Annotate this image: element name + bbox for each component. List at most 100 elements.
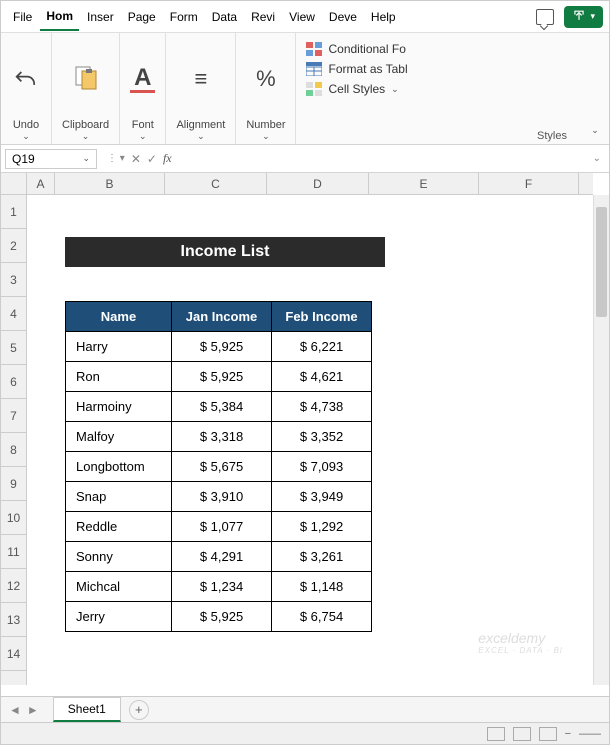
cell-feb[interactable]: $ 6,754 <box>272 602 372 632</box>
cell-feb[interactable]: $ 7,093 <box>272 452 372 482</box>
column-headers[interactable]: ABCDEF <box>27 173 593 195</box>
cell-feb[interactable]: $ 1,292 <box>272 512 372 542</box>
menu-tab-revi[interactable]: Revi <box>245 4 281 30</box>
column-header[interactable]: E <box>369 173 479 194</box>
share-button[interactable]: ▾ <box>564 6 603 28</box>
row-header[interactable]: 4 <box>1 297 26 331</box>
ribbon-group-undo[interactable]: Undo ⌄ <box>1 33 52 144</box>
cell-name[interactable]: Harry <box>66 332 172 362</box>
table-row[interactable]: Ron$ 5,925$ 4,621 <box>66 362 372 392</box>
menu-tab-view[interactable]: View <box>283 4 321 30</box>
cell-name[interactable]: Sonny <box>66 542 172 572</box>
row-header[interactable]: 12 <box>1 569 26 603</box>
cancel-formula-icon[interactable]: ✕ <box>131 152 141 166</box>
cell-name[interactable]: Snap <box>66 482 172 512</box>
cell-feb[interactable]: $ 3,352 <box>272 422 372 452</box>
table-row[interactable]: Snap$ 3,910$ 3,949 <box>66 482 372 512</box>
cell-jan[interactable]: $ 5,675 <box>172 452 272 482</box>
table-row[interactable]: Reddle$ 1,077$ 1,292 <box>66 512 372 542</box>
cell-name[interactable]: Malfoy <box>66 422 172 452</box>
table-header[interactable]: Jan Income <box>172 302 272 332</box>
sheet-tab[interactable]: Sheet1 <box>53 697 121 722</box>
cell-jan[interactable]: $ 5,384 <box>172 392 272 422</box>
table-header[interactable]: Name <box>66 302 172 332</box>
row-header[interactable]: 6 <box>1 365 26 399</box>
cell-jan[interactable]: $ 3,318 <box>172 422 272 452</box>
column-header[interactable]: A <box>27 173 55 194</box>
column-header[interactable]: D <box>267 173 369 194</box>
row-header[interactable]: 11 <box>1 535 26 569</box>
cell-jan[interactable]: $ 5,925 <box>172 332 272 362</box>
row-header[interactable]: 1 <box>1 195 26 229</box>
fx-icon[interactable]: fx <box>163 151 172 166</box>
cell-feb[interactable]: $ 3,261 <box>272 542 372 572</box>
select-all-corner[interactable] <box>1 173 27 195</box>
row-headers[interactable]: 1234567891011121314 <box>1 195 27 685</box>
cell-jan[interactable]: $ 4,291 <box>172 542 272 572</box>
row-header[interactable]: 8 <box>1 433 26 467</box>
table-row[interactable]: Harmoiny$ 5,384$ 4,738 <box>66 392 372 422</box>
page-break-view-icon[interactable] <box>539 727 557 741</box>
prev-sheet-icon[interactable]: ◄ <box>9 703 21 717</box>
table-row[interactable]: Malfoy$ 3,318$ 3,352 <box>66 422 372 452</box>
cell-name[interactable]: Jerry <box>66 602 172 632</box>
cell-name[interactable]: Michcal <box>66 572 172 602</box>
row-header[interactable]: 3 <box>1 263 26 297</box>
cell-jan[interactable]: $ 1,077 <box>172 512 272 542</box>
row-header[interactable]: 14 <box>1 637 26 671</box>
menu-tab-inser[interactable]: Inser <box>81 4 120 30</box>
menu-tab-data[interactable]: Data <box>206 4 243 30</box>
next-sheet-icon[interactable]: ► <box>27 703 39 717</box>
formula-input[interactable] <box>178 150 585 168</box>
column-header[interactable]: C <box>165 173 267 194</box>
cell-name[interactable]: Reddle <box>66 512 172 542</box>
cell-jan[interactable]: $ 1,234 <box>172 572 272 602</box>
ribbon-group-clipboard[interactable]: Clipboard ⌄ <box>52 33 120 144</box>
ribbon-group-number[interactable]: % Number ⌄ <box>236 33 296 144</box>
table-row[interactable]: Sonny$ 4,291$ 3,261 <box>66 542 372 572</box>
table-row[interactable]: Jerry$ 5,925$ 6,754 <box>66 602 372 632</box>
data-table[interactable]: NameJan IncomeFeb Income Harry$ 5,925$ 6… <box>65 301 372 632</box>
menu-tab-page[interactable]: Page <box>122 4 162 30</box>
add-sheet-button[interactable]: + <box>129 700 149 720</box>
spreadsheet-grid[interactable]: ABCDEF 1234567891011121314 Income List N… <box>1 173 609 685</box>
cell-feb[interactable]: $ 1,148 <box>272 572 372 602</box>
normal-view-icon[interactable] <box>487 727 505 741</box>
cell-feb[interactable]: $ 6,221 <box>272 332 372 362</box>
dropdown-icon[interactable]: ⋮ ▾ <box>107 153 125 164</box>
ribbon-group-alignment[interactable]: ≡ Alignment ⌄ <box>166 33 236 144</box>
cell-feb[interactable]: $ 4,621 <box>272 362 372 392</box>
cell-feb[interactable]: $ 4,738 <box>272 392 372 422</box>
conditional-formatting-button[interactable]: Conditional Fo <box>304 39 573 59</box>
menu-tab-deve[interactable]: Deve <box>323 4 363 30</box>
row-header[interactable]: 5 <box>1 331 26 365</box>
cell-jan[interactable]: $ 5,925 <box>172 602 272 632</box>
menu-tab-form[interactable]: Form <box>164 4 204 30</box>
column-header[interactable]: B <box>55 173 165 194</box>
cell-name[interactable]: Longbottom <box>66 452 172 482</box>
table-row[interactable]: Longbottom$ 5,675$ 7,093 <box>66 452 372 482</box>
menu-tab-help[interactable]: Help <box>365 4 402 30</box>
name-box[interactable]: Q19 ⌄ <box>5 149 97 169</box>
row-header[interactable]: 7 <box>1 399 26 433</box>
cell-feb[interactable]: $ 3,949 <box>272 482 372 512</box>
format-as-table-button[interactable]: Format as Tabl <box>304 59 573 79</box>
row-header[interactable]: 10 <box>1 501 26 535</box>
cell-name[interactable]: Harmoiny <box>66 392 172 422</box>
vertical-scrollbar[interactable] <box>593 195 609 685</box>
expand-formula-bar-icon[interactable]: ⌄ <box>585 153 609 164</box>
cell-jan[interactable]: $ 3,910 <box>172 482 272 512</box>
cell-jan[interactable]: $ 5,925 <box>172 362 272 392</box>
row-header[interactable]: 2 <box>1 229 26 263</box>
cells-area[interactable]: Income List NameJan IncomeFeb Income Har… <box>27 195 593 685</box>
cell-styles-button[interactable]: Cell Styles ⌄ <box>304 79 573 99</box>
menu-tab-file[interactable]: File <box>7 4 38 30</box>
cell-name[interactable]: Ron <box>66 362 172 392</box>
ribbon-group-font[interactable]: A Font ⌄ <box>120 33 166 144</box>
accept-formula-icon[interactable]: ✓ <box>147 152 157 166</box>
table-row[interactable]: Harry$ 5,925$ 6,221 <box>66 332 372 362</box>
page-layout-view-icon[interactable] <box>513 727 531 741</box>
menu-tab-hom[interactable]: Hom <box>40 3 79 31</box>
zoom-out-icon[interactable]: − <box>565 728 571 740</box>
row-header[interactable]: 9 <box>1 467 26 501</box>
